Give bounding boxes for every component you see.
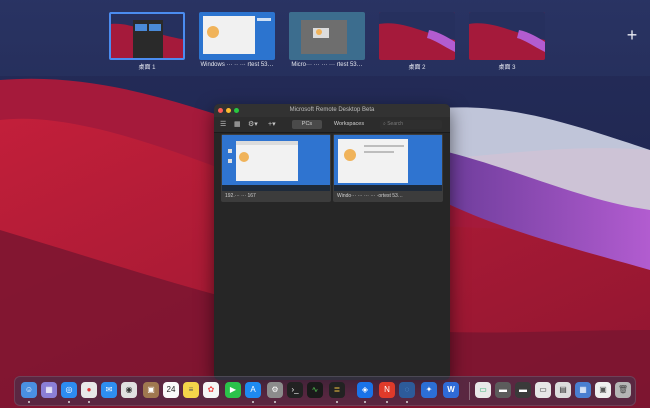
facetime-icon[interactable]: ▶ bbox=[225, 382, 241, 398]
window-toolbar: ☰ ▦ ⚙▾ +▾ PCs Workspaces ⌕ Search bbox=[214, 117, 450, 133]
running-indicator bbox=[406, 401, 408, 403]
minimized-window-2-icon[interactable]: ▬ bbox=[515, 382, 531, 398]
running-indicator bbox=[336, 401, 338, 403]
chrome-icon[interactable]: ● bbox=[81, 382, 97, 398]
pc-thumbnail bbox=[222, 135, 330, 191]
space-desktop-1[interactable] bbox=[109, 12, 185, 60]
contacts-icon[interactable]: ▣ bbox=[143, 382, 159, 398]
dock: ☺ ▦ ◎ ● ✉ ◉ ▣ 24 ≡ ✿ ▶ A ⚙ ›_ ∿ ≣ ◈ N ◌ … bbox=[14, 376, 636, 406]
tab-pcs[interactable]: PCs bbox=[292, 120, 322, 129]
terminal-icon[interactable]: ›_ bbox=[287, 382, 303, 398]
space-remote-windows-2[interactable] bbox=[289, 12, 365, 60]
app-store-icon[interactable]: A bbox=[245, 382, 261, 398]
mission-control-spaces-bar: 桌面 1 Windows ··· ·· ··· rtest 53… Micro·… bbox=[0, 0, 650, 76]
running-indicator bbox=[252, 401, 254, 403]
remote-desktop-window: Microsoft Remote Desktop Beta ☰ ▦ ⚙▾ +▾ … bbox=[214, 104, 450, 380]
screenshot-icon[interactable]: ◉ bbox=[121, 382, 137, 398]
space-desktop-2[interactable] bbox=[379, 12, 455, 60]
search-placeholder: Search bbox=[387, 121, 404, 127]
finder-icon[interactable]: ☺ bbox=[21, 382, 37, 398]
window-titlebar: Microsoft Remote Desktop Beta bbox=[214, 104, 450, 117]
settings-gear-icon[interactable]: ⚙▾ bbox=[248, 120, 258, 129]
calendar-day: 24 bbox=[166, 385, 176, 394]
console-icon[interactable]: ≣ bbox=[329, 382, 345, 398]
dock-separator bbox=[469, 382, 470, 400]
minimized-window-4-icon[interactable]: ▤ bbox=[555, 382, 571, 398]
pc-label: Windo··· ··· ··· ··· ·ortest 53… bbox=[337, 193, 403, 199]
add-space-button[interactable]: + bbox=[622, 25, 642, 45]
running-indicator bbox=[88, 401, 90, 403]
minimized-window-6-icon[interactable]: ▣ bbox=[595, 382, 611, 398]
space-label: Micro··· ··· ··· ··· rtest 53… bbox=[291, 62, 363, 68]
running-indicator bbox=[386, 401, 388, 403]
add-icon[interactable]: +▾ bbox=[268, 120, 276, 129]
activity-monitor-icon[interactable]: ∿ bbox=[307, 382, 323, 398]
search-icon: ⌕ bbox=[383, 121, 386, 127]
grid-view-icon[interactable]: ▦ bbox=[234, 120, 241, 129]
photos-icon[interactable]: ✿ bbox=[203, 382, 219, 398]
running-indicator bbox=[68, 401, 70, 403]
sidebar-toggle-icon[interactable]: ☰ bbox=[220, 120, 226, 129]
xcode-icon[interactable]: ✦ bbox=[421, 382, 437, 398]
trash-icon[interactable]: 🗑 bbox=[615, 382, 631, 398]
wps-icon[interactable]: W bbox=[443, 382, 459, 398]
space-label: 桌面 3 bbox=[498, 65, 516, 71]
space-desktop-3[interactable] bbox=[469, 12, 545, 60]
pc-tile[interactable]: 192.··· ··· 167 bbox=[221, 134, 331, 202]
safari-icon[interactable]: ◎ bbox=[61, 382, 77, 398]
tab-workspaces[interactable]: Workspaces bbox=[324, 120, 374, 129]
running-indicator bbox=[364, 401, 366, 403]
preview-icon[interactable]: ▭ bbox=[475, 382, 491, 398]
mail-icon[interactable]: ✉ bbox=[101, 382, 117, 398]
system-preferences-icon[interactable]: ⚙ bbox=[267, 382, 283, 398]
edge-icon[interactable]: ◌ bbox=[399, 382, 415, 398]
pc-label: 192.··· ··· 167 bbox=[225, 193, 256, 199]
running-indicator bbox=[274, 401, 276, 403]
office-icon[interactable]: N bbox=[379, 382, 395, 398]
minimized-window-3-icon[interactable]: ▭ bbox=[535, 382, 551, 398]
space-label: 桌面 2 bbox=[408, 65, 426, 71]
launchpad-icon[interactable]: ▦ bbox=[41, 382, 57, 398]
minimized-window-5-icon[interactable]: ▦ bbox=[575, 382, 591, 398]
remote-desktop-icon[interactable]: ◈ bbox=[357, 382, 373, 398]
window-title: Microsoft Remote Desktop Beta bbox=[289, 107, 375, 113]
search-field[interactable]: ⌕ Search bbox=[380, 120, 442, 129]
minimized-window-1-icon[interactable]: ▬ bbox=[495, 382, 511, 398]
calendar-icon[interactable]: 24 bbox=[163, 382, 179, 398]
space-label: Windows ··· ·· ··· rtest 53… bbox=[200, 62, 274, 68]
notes-icon[interactable]: ≡ bbox=[183, 382, 199, 398]
running-indicator bbox=[28, 401, 30, 403]
space-remote-windows-1[interactable] bbox=[199, 12, 275, 60]
space-label: 桌面 1 bbox=[138, 65, 156, 71]
pc-thumbnail bbox=[334, 135, 442, 191]
pc-tile[interactable]: Windo··· ··· ··· ··· ·ortest 53… bbox=[333, 134, 443, 202]
